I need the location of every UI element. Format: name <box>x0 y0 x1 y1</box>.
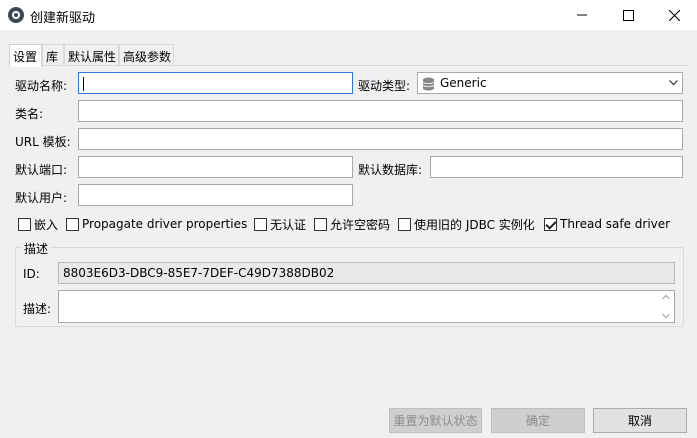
driver-type-label: 驱动类型: <box>358 79 411 93</box>
checkbox-box[interactable] <box>254 217 267 231</box>
tab-default-properties[interactable]: 默认属性 <box>64 44 119 66</box>
legacy-jdbc-instantiation-checkbox[interactable]: 使用旧的 JDBC 实例化 <box>398 216 535 232</box>
propagate-driver-properties-checkbox[interactable]: Propagate driver properties <box>66 216 247 232</box>
url-template-input[interactable] <box>78 128 683 150</box>
allow-empty-password-checkbox[interactable]: 允许空密码 <box>314 216 390 232</box>
checkbox-box[interactable] <box>314 217 327 231</box>
title-bar: 创建新驱动 <box>0 0 697 30</box>
default-user-input[interactable] <box>78 184 353 206</box>
embedded-checkbox[interactable]: 嵌入 <box>18 216 58 232</box>
description-textarea[interactable] <box>58 290 675 323</box>
minimize-button[interactable] <box>559 0 605 30</box>
close-icon <box>668 9 680 21</box>
id-label: ID: <box>23 267 40 281</box>
driver-name-input[interactable] <box>78 72 353 94</box>
description-label: 描述: <box>23 302 52 316</box>
class-name-label: 类名: <box>15 107 44 121</box>
checkbox-box[interactable] <box>398 217 411 231</box>
checkbox-label: Thread safe driver <box>560 217 671 231</box>
id-value: 8803E6D3-DBC9-85E7-7DEF-C49D7388DB02 <box>63 266 335 280</box>
driver-type-value: Generic <box>440 76 487 90</box>
url-template-label: URL 模板: <box>15 135 71 149</box>
maximize-button[interactable] <box>605 0 651 30</box>
checkbox-box-checked[interactable] <box>544 217 557 231</box>
database-icon <box>422 77 435 91</box>
checkbox-label: 嵌入 <box>34 217 59 232</box>
default-port-label: 默认端口: <box>15 163 68 177</box>
class-name-input[interactable] <box>78 100 683 122</box>
no-auth-checkbox[interactable]: 无认证 <box>254 216 306 232</box>
text-caret <box>83 77 84 91</box>
cancel-button[interactable]: 取消 <box>593 408 687 433</box>
tab-advanced-parameters[interactable]: 高级参数 <box>119 44 174 66</box>
default-user-label: 默认用户: <box>15 191 68 205</box>
id-field: 8803E6D3-DBC9-85E7-7DEF-C49D7388DB02 <box>58 262 675 284</box>
checkbox-label: 无认证 <box>270 217 307 232</box>
description-group-title: 描述 <box>22 240 51 257</box>
driver-type-select[interactable]: Generic <box>417 72 683 94</box>
checkbox-box[interactable] <box>18 217 31 231</box>
reset-to-defaults-button[interactable]: 重置为默认状态 <box>389 408 482 433</box>
minimize-icon <box>577 14 587 16</box>
default-database-input[interactable] <box>430 156 683 178</box>
close-button[interactable] <box>651 0 697 30</box>
chevron-down-icon <box>669 80 678 86</box>
default-database-label: 默认数据库: <box>358 163 423 177</box>
checkbox-label: 使用旧的 JDBC 实例化 <box>414 217 535 232</box>
thread-safe-driver-checkbox[interactable]: Thread safe driver <box>544 216 670 232</box>
description-scrollbar[interactable] <box>658 291 674 322</box>
checkbox-label: 允许空密码 <box>330 217 391 232</box>
checkbox-box[interactable] <box>66 217 79 231</box>
tab-libraries[interactable]: 库 <box>42 44 64 66</box>
driver-name-label: 驱动名称: <box>15 79 68 93</box>
app-logo-icon <box>8 7 24 23</box>
ok-button[interactable]: 确定 <box>491 408 585 433</box>
checkbox-label: Propagate driver properties <box>82 217 248 231</box>
maximize-icon <box>622 9 634 21</box>
tab-settings[interactable]: 设置 <box>9 44 42 67</box>
window-title: 创建新驱动 <box>30 11 96 26</box>
default-port-input[interactable] <box>78 156 353 178</box>
scroll-arrows-icon <box>662 294 670 319</box>
